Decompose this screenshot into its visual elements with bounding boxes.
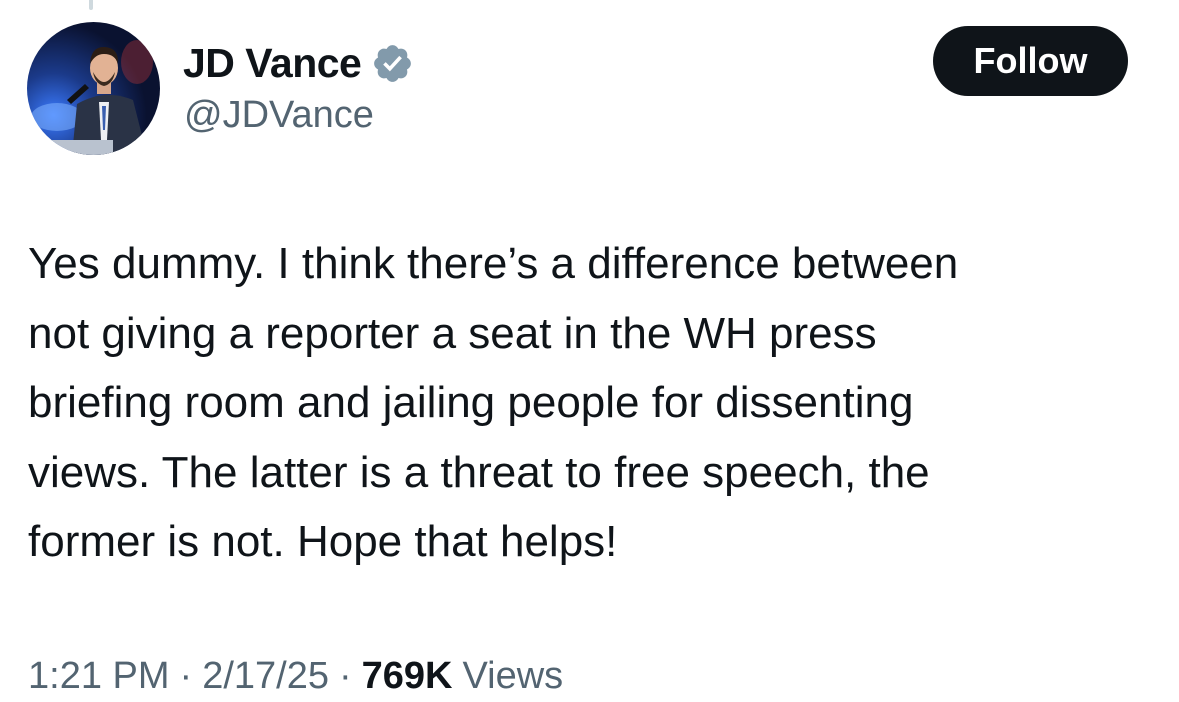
meta-separator: · — [179, 655, 193, 697]
tweet-meta: 1:21 PM · 2/17/25 · 769K Views — [28, 655, 563, 698]
tweet-text-line: briefing room and jailing people for dis… — [28, 378, 914, 427]
views-count: 769K — [361, 655, 453, 697]
meta-separator: · — [338, 655, 352, 697]
avatar-photo — [27, 22, 160, 155]
tweet-text: Yes dummy. I think there’s a difference … — [28, 229, 1148, 577]
author-name-row: JD Vance — [183, 38, 414, 88]
tweet-text-line: not giving a reporter a seat in the WH p… — [28, 308, 877, 358]
avatar[interactable] — [27, 22, 160, 155]
author-handle[interactable]: @JDVance — [184, 94, 374, 137]
tweet-text-line: Yes dummy. I think there’s a difference … — [28, 239, 959, 288]
tweet-text-line: former is not. Hope that helps! — [28, 517, 618, 566]
tweet-time[interactable]: 1:21 PM — [28, 655, 170, 698]
thread-connector-line — [89, 0, 93, 10]
views-label: Views — [462, 655, 564, 697]
tweet-text-line: views. The latter is a threat to free sp… — [28, 447, 930, 497]
verified-badge-icon[interactable] — [371, 42, 414, 85]
tweet-date[interactable]: 2/17/25 — [202, 655, 329, 698]
follow-button[interactable]: Follow — [933, 26, 1128, 96]
display-name[interactable]: JD Vance — [183, 40, 362, 87]
